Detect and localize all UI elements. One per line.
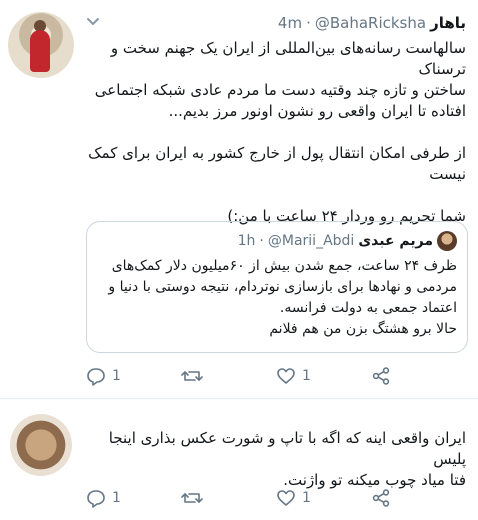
share-icon — [372, 489, 390, 507]
reply-count: 1 — [112, 368, 121, 384]
tweet-line: افتاده تا ایران واقعی رو نشون اونور مرز … — [168, 102, 466, 120]
avatar[interactable] — [10, 414, 72, 476]
like-button[interactable]: 1 — [276, 366, 371, 386]
display-name[interactable]: باهار — [430, 14, 466, 32]
reply-count: 1 — [112, 490, 121, 506]
reply-button[interactable]: 1 — [86, 366, 181, 386]
timestamp[interactable]: 4m — [278, 14, 302, 32]
retweet-icon — [181, 493, 203, 503]
quoted-avatar — [437, 231, 457, 251]
share-button[interactable] — [371, 488, 391, 508]
tweet-text: ایران واقعی اینه که اگه با تاپ و شورت عک… — [86, 428, 466, 491]
tweet-actions: 1 1 — [86, 366, 466, 386]
avatar[interactable] — [8, 12, 74, 78]
like-count: 1 — [302, 490, 311, 506]
like-button[interactable]: 1 — [276, 488, 371, 508]
tweet-line: سالهاست رسانه‌های بین‌المللی از ایران یک… — [110, 39, 466, 78]
retweet-button[interactable] — [181, 366, 276, 386]
heart-icon — [277, 368, 295, 384]
retweet-icon — [181, 371, 203, 381]
share-button[interactable] — [371, 366, 391, 386]
tweet-line: از طرفی امکان انتقال پول از خارج کشور به… — [88, 144, 466, 162]
quoted-tweet[interactable]: 1h · @Marii_Abdi مریم عبدی ظرف ۲۴ ساعت، … — [86, 221, 468, 353]
quoted-header: 1h · @Marii_Abdi مریم عبدی — [238, 230, 457, 252]
like-count: 1 — [302, 368, 311, 384]
tweet-actions: 1 1 — [86, 488, 466, 508]
handle[interactable]: @BahaRicksha — [315, 14, 426, 32]
quoted-line: مردمی و نهادها برای بازسازی نوتردام، نتی… — [108, 279, 457, 295]
separator: · — [306, 14, 311, 32]
tweet-header: 4m · @BahaRicksha باهار — [278, 12, 466, 34]
tweet-text: سالهاست رسانه‌های بین‌المللی از ایران یک… — [86, 38, 466, 227]
reply-icon — [87, 490, 105, 508]
quoted-timestamp: 1h — [237, 233, 256, 249]
divider — [0, 398, 478, 399]
tweet-line: نیست — [429, 165, 466, 183]
quoted-line: حالا برو هشتگ بزن من هم فلانم — [269, 321, 457, 337]
reply-icon — [87, 368, 105, 386]
reply-button[interactable]: 1 — [86, 488, 181, 508]
heart-icon — [277, 490, 295, 506]
quoted-handle: @Marii_Abdi — [267, 233, 355, 249]
retweet-button[interactable] — [181, 488, 276, 508]
quoted-text: ظرف ۲۴ ساعت، جمع شدن بیش از ۶۰میلیون دلا… — [97, 256, 457, 340]
tweet-line: ساختن و تازه چند وقتیه دست ما مردم عادی … — [94, 81, 466, 99]
separator: · — [259, 233, 264, 249]
tweet-line: ایران واقعی اینه که اگه با تاپ و شورت عک… — [108, 429, 466, 468]
chevron-down-icon[interactable] — [84, 12, 102, 30]
quoted-line: اعتماد جمعی به دولت فرانسه. — [279, 300, 457, 316]
quoted-display-name: مریم عبدی — [358, 233, 433, 249]
avatar-figure — [30, 30, 50, 72]
share-icon — [372, 367, 390, 385]
quoted-line: ظرف ۲۴ ساعت، جمع شدن بیش از ۶۰میلیون دلا… — [111, 258, 457, 274]
